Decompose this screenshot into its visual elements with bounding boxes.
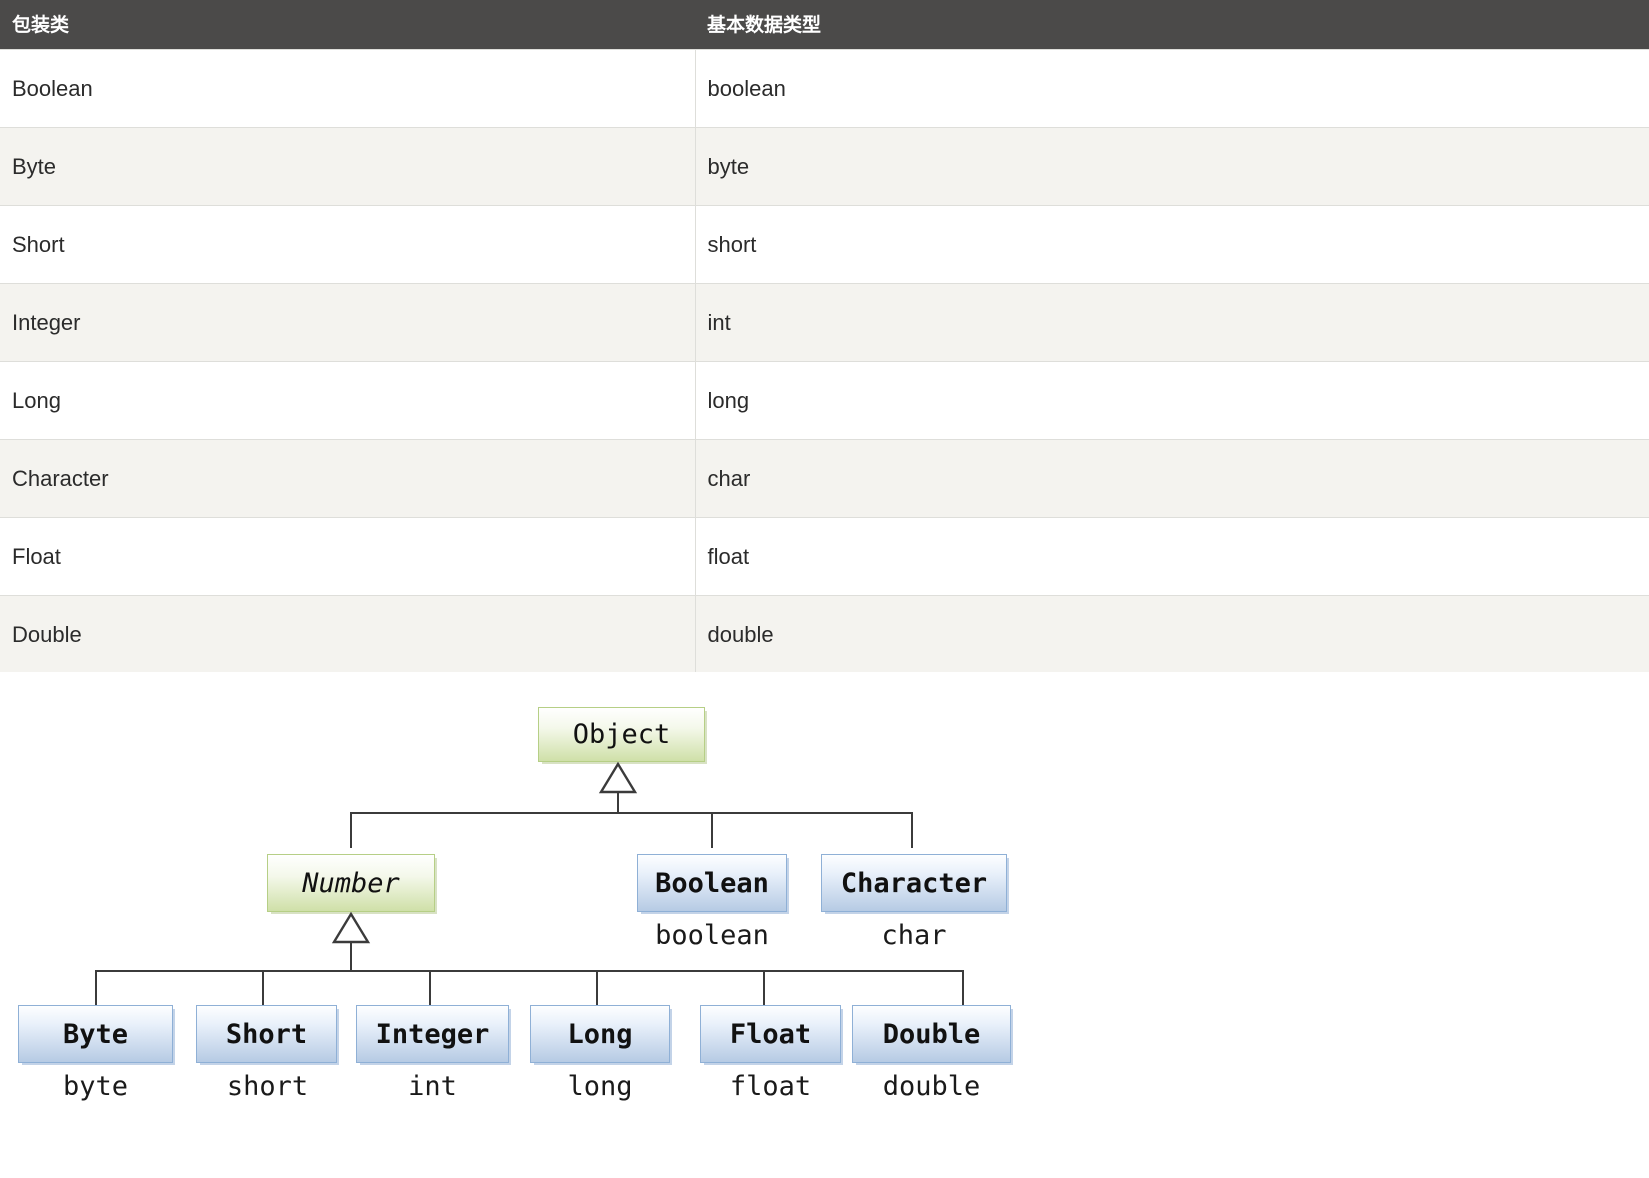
cell-wrapper-class: Character xyxy=(0,439,696,518)
node-float-label: Float xyxy=(729,1018,812,1050)
cell-wrapper-class: Float xyxy=(0,517,696,596)
node-object: Object xyxy=(538,707,705,762)
cell-wrapper-class: Byte xyxy=(0,127,696,206)
connector-drop-boolean xyxy=(711,812,713,848)
primitive-label-long: long xyxy=(567,1071,633,1102)
table-row: Integer int xyxy=(0,283,1649,362)
column-header-wrapper-class: 包装类 xyxy=(0,0,695,50)
cell-primitive-type: byte xyxy=(695,127,1649,206)
cell-primitive-type: double xyxy=(695,595,1649,674)
connector-object-stem xyxy=(617,791,619,813)
cell-wrapper-class: Double xyxy=(0,595,696,674)
cell-primitive-type: int xyxy=(695,283,1649,362)
primitive-label-char: char xyxy=(881,920,947,951)
page-root: 包装类 基本数据类型 Boolean boolean Byte byte Sho… xyxy=(0,0,1649,1178)
cell-wrapper-class: Short xyxy=(0,205,696,284)
column-header-primitive-type: 基本数据类型 xyxy=(695,0,1649,50)
node-number-label: Number xyxy=(302,867,400,899)
cell-wrapper-class: Boolean xyxy=(0,49,696,128)
table-row: Long long xyxy=(0,361,1649,440)
table-row: Boolean boolean xyxy=(0,49,1649,128)
primitive-label-short: short xyxy=(226,1071,309,1102)
node-byte-label: Byte xyxy=(62,1018,129,1050)
cell-wrapper-class: Integer xyxy=(0,283,696,362)
node-byte: Byte xyxy=(18,1005,173,1063)
node-boolean-label: Boolean xyxy=(655,867,769,899)
connector-drop-long xyxy=(596,970,598,1005)
wrapper-types-table: 包装类 基本数据类型 Boolean boolean Byte byte Sho… xyxy=(0,0,1649,674)
connector-drop-character xyxy=(911,812,913,848)
cell-primitive-type: char xyxy=(695,439,1649,518)
node-number: Number xyxy=(267,854,435,912)
node-character: Character xyxy=(821,854,1007,912)
connector-drop-short xyxy=(262,970,264,1005)
table-row: Byte byte xyxy=(0,127,1649,206)
primitive-label-byte: byte xyxy=(62,1071,129,1102)
node-character-label: Character xyxy=(840,867,988,899)
cell-primitive-type: float xyxy=(695,517,1649,596)
connector-drop-integer xyxy=(429,970,431,1005)
primitive-label-boolean: boolean xyxy=(655,920,769,951)
node-integer-label: Integer xyxy=(375,1018,490,1050)
class-hierarchy-diagram: Object Number Boolean boolean Character … xyxy=(0,672,1649,1178)
table-row: Float float xyxy=(0,517,1649,596)
node-short-label: Short xyxy=(225,1018,308,1050)
table-header-row: 包装类 基本数据类型 xyxy=(0,0,1649,50)
connector-number-stem xyxy=(350,941,352,971)
connector-drop-byte xyxy=(95,970,97,1005)
connector-bus-level2 xyxy=(350,812,913,814)
primitive-label-float: float xyxy=(729,1071,812,1102)
primitive-label-double: double xyxy=(882,1071,981,1102)
node-double-label: Double xyxy=(882,1018,981,1050)
node-long-label: Long xyxy=(567,1018,633,1050)
cell-primitive-type: long xyxy=(695,361,1649,440)
node-integer: Integer xyxy=(356,1005,509,1063)
cell-primitive-type: short xyxy=(695,205,1649,284)
connector-bus-level3 xyxy=(95,970,964,972)
node-object-label: Object xyxy=(572,719,671,750)
connector-drop-float xyxy=(763,970,765,1005)
node-double: Double xyxy=(852,1005,1011,1063)
connector-drop-number xyxy=(350,812,352,848)
table-body: Boolean boolean Byte byte Short short In… xyxy=(0,49,1649,674)
node-long: Long xyxy=(530,1005,670,1063)
node-boolean: Boolean xyxy=(637,854,787,912)
cell-wrapper-class: Long xyxy=(0,361,696,440)
table-row: Short short xyxy=(0,205,1649,284)
table-row: Character char xyxy=(0,439,1649,518)
cell-primitive-type: boolean xyxy=(695,49,1649,128)
node-short: Short xyxy=(196,1005,337,1063)
connector-drop-double xyxy=(962,970,964,1005)
table-row: Double double xyxy=(0,595,1649,674)
node-float: Float xyxy=(700,1005,841,1063)
primitive-label-int: int xyxy=(408,1071,457,1102)
table-header: 包装类 基本数据类型 xyxy=(0,0,1649,50)
